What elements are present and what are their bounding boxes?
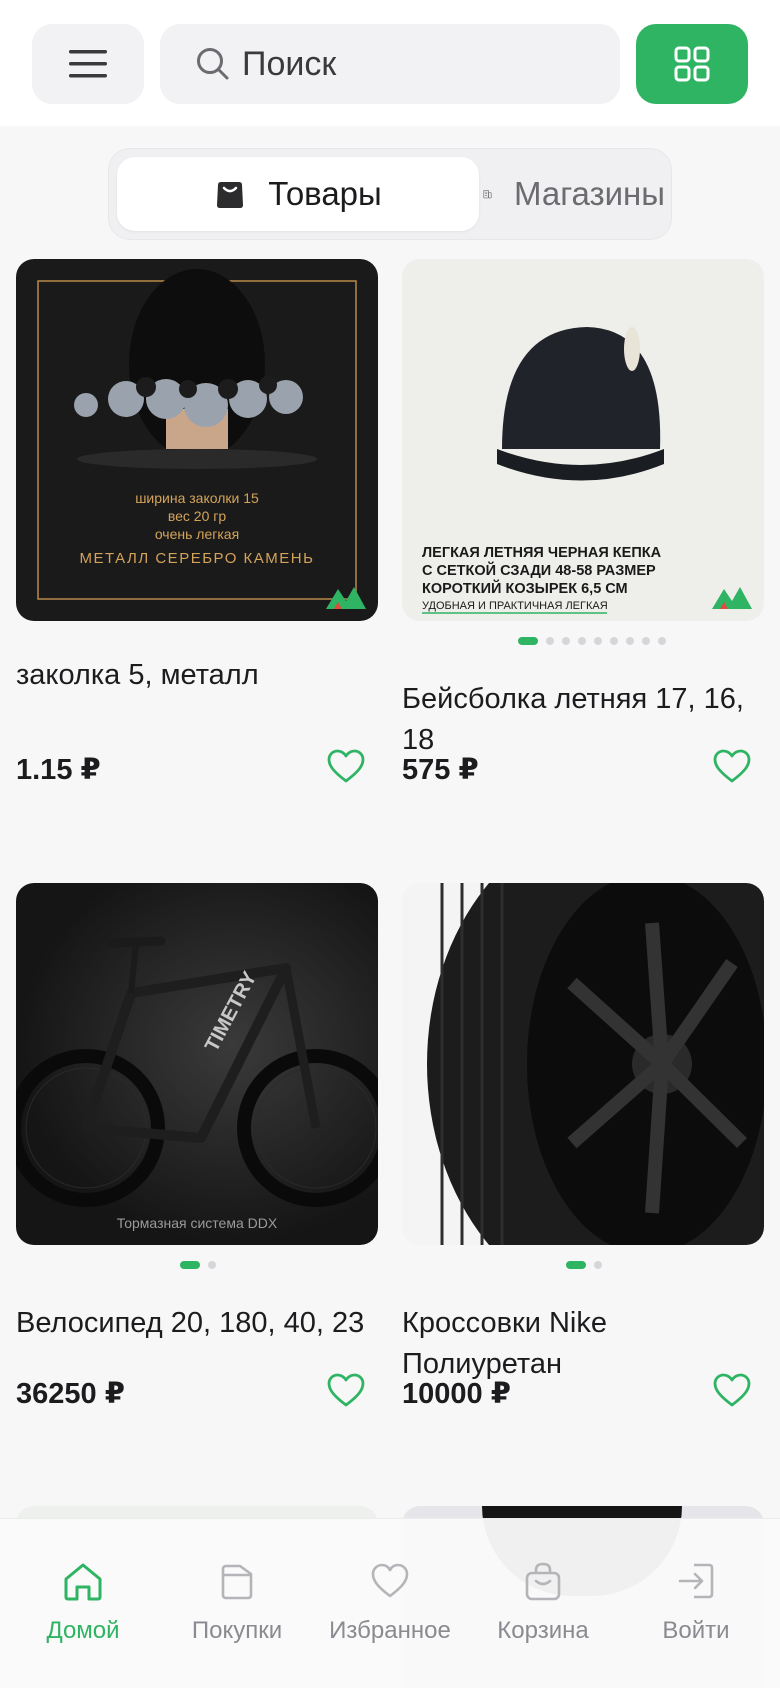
favorite-heart-icon[interactable]: [712, 1371, 752, 1411]
nav-cart[interactable]: Корзина: [467, 1519, 619, 1688]
carousel-dot[interactable]: [566, 1261, 586, 1269]
product-title[interactable]: Бейсболка летняя 17, 16, 18: [402, 679, 764, 761]
tab-products[interactable]: Товары: [117, 157, 479, 231]
hamburger-icon: [69, 50, 107, 78]
image-caption-line: ширина заколки 15: [135, 490, 259, 506]
carousel-dot[interactable]: [658, 637, 666, 645]
catalog-switcher: Товары Магазины: [108, 148, 672, 240]
carousel-dot[interactable]: [518, 637, 538, 645]
carousel-dot[interactable]: [626, 637, 634, 645]
tab-products-label: Товары: [268, 175, 382, 212]
tab-stores-label: Магазины: [513, 175, 665, 212]
nav-favorites-label: Избранное: [329, 1617, 451, 1644]
login-icon: [678, 1563, 714, 1599]
carousel-dot[interactable]: [642, 637, 650, 645]
nav-purchases[interactable]: Покупки: [161, 1519, 313, 1688]
menu-button[interactable]: [32, 24, 144, 104]
tab-stores[interactable]: Магазины: [483, 157, 665, 231]
product-price: 575 ₽: [402, 754, 479, 786]
carousel-dot[interactable]: [562, 637, 570, 645]
grid-view-button[interactable]: [636, 24, 748, 104]
nav-login[interactable]: Войти: [620, 1519, 772, 1688]
brand-logo-icon: [326, 587, 366, 609]
cap-photo: ЛЕГКАЯ ЛЕТНЯЯ ЧЕРНАЯ КЕПКА С СЕТКОЙ СЗАД…: [422, 327, 664, 614]
search-icon: [197, 48, 229, 80]
image-caption-line: С СЕТКОЙ СЗАДИ 48-58 РАЗМЕР: [422, 561, 656, 579]
hairclip-photo: ширина заколки 15 вес 20 гр очень легкая…: [37, 269, 357, 600]
product-image[interactable]: ЛЕГКАЯ ЛЕТНЯЯ ЧЕРНАЯ КЕПКА С СЕТКОЙ СЗАД…: [402, 259, 764, 621]
image-carousel-dots[interactable]: [566, 1261, 602, 1269]
product-card[interactable]: Кроссовки Nike Полиуретан 10000 ₽: [402, 883, 764, 1443]
product-card[interactable]: ширина заколки 15 вес 20 гр очень легкая…: [16, 259, 378, 819]
heart-icon: [371, 1563, 409, 1598]
image-caption-line: ЛЕГКАЯ ЛЕТНЯЯ ЧЕРНАЯ КЕПКА: [422, 545, 662, 561]
product-title[interactable]: Кроссовки Nike Полиуретан: [402, 1303, 764, 1385]
product-price: 10000 ₽: [402, 1378, 511, 1410]
carousel-dot[interactable]: [208, 1261, 216, 1269]
home-icon: [64, 1563, 102, 1601]
product-title[interactable]: заколка 5, металл: [16, 655, 378, 696]
purchases-icon: [221, 1564, 253, 1600]
product-image[interactable]: ширина заколки 15 вес 20 гр очень легкая…: [16, 259, 378, 621]
product-price: 1.15 ₽: [16, 754, 101, 786]
carousel-dot[interactable]: [546, 637, 554, 645]
product-card[interactable]: TIMETRY Тормазная система DDX Велосипед …: [16, 883, 378, 1443]
search-bar[interactable]: [160, 24, 620, 104]
carousel-dot[interactable]: [594, 637, 602, 645]
carousel-dot[interactable]: [610, 637, 618, 645]
favorite-heart-icon[interactable]: [326, 1371, 366, 1411]
image-caption-line: МЕТАЛЛ СЕРЕБРО КАМЕНЬ: [80, 550, 315, 567]
image-carousel-dots[interactable]: [518, 637, 666, 645]
image-carousel-dots[interactable]: [180, 1261, 216, 1269]
nav-favorites[interactable]: Избранное: [314, 1519, 466, 1688]
carousel-dot[interactable]: [594, 1261, 602, 1269]
grid-view-icon: [674, 46, 710, 82]
image-caption-line: УДОБНАЯ И ПРАКТИЧНАЯ ЛЕГКАЯ: [422, 600, 608, 612]
building-icon: [483, 189, 492, 199]
favorite-heart-icon[interactable]: [326, 747, 366, 787]
nav-purchases-label: Покупки: [191, 1617, 283, 1644]
cart-icon: [525, 1562, 561, 1601]
bottom-navigation: Домой Покупки Избранное Корзина Войти: [0, 1518, 780, 1688]
carousel-dot[interactable]: [180, 1261, 200, 1269]
product-price: 36250 ₽: [16, 1378, 125, 1410]
nav-home[interactable]: Домой: [7, 1519, 159, 1688]
product-title[interactable]: Велосипед 20, 180, 40, 23: [16, 1303, 378, 1344]
product-image[interactable]: TIMETRY Тормазная система DDX: [16, 883, 378, 1245]
favorite-heart-icon[interactable]: [712, 747, 752, 787]
nav-cart-label: Корзина: [497, 1617, 589, 1644]
tire-photo: [427, 883, 764, 1245]
image-caption-line: КОРОТКИЙ КОЗЫРЕК 6,5 СМ: [422, 579, 628, 597]
nav-login-label: Войти: [662, 1617, 730, 1644]
search-input[interactable]: [242, 44, 582, 84]
image-caption-line: Тормазная система DDX: [117, 1215, 278, 1231]
bag-icon: [217, 182, 244, 208]
brand-logo-icon: [712, 587, 752, 609]
carousel-dot[interactable]: [578, 637, 586, 645]
top-bar: [0, 0, 780, 126]
image-caption-line: очень легкая: [155, 526, 239, 542]
nav-home-label: Домой: [46, 1617, 120, 1644]
product-image[interactable]: [402, 883, 764, 1245]
product-card[interactable]: ЛЕГКАЯ ЛЕТНЯЯ ЧЕРНАЯ КЕПКА С СЕТКОЙ СЗАД…: [402, 259, 764, 819]
product-feed: Товары Магазины ширина заколки 15 вес 20…: [0, 126, 780, 1688]
bicycle-photo: TIMETRY Тормазная система DDX: [16, 936, 378, 1231]
image-caption-line: вес 20 гр: [168, 508, 227, 524]
